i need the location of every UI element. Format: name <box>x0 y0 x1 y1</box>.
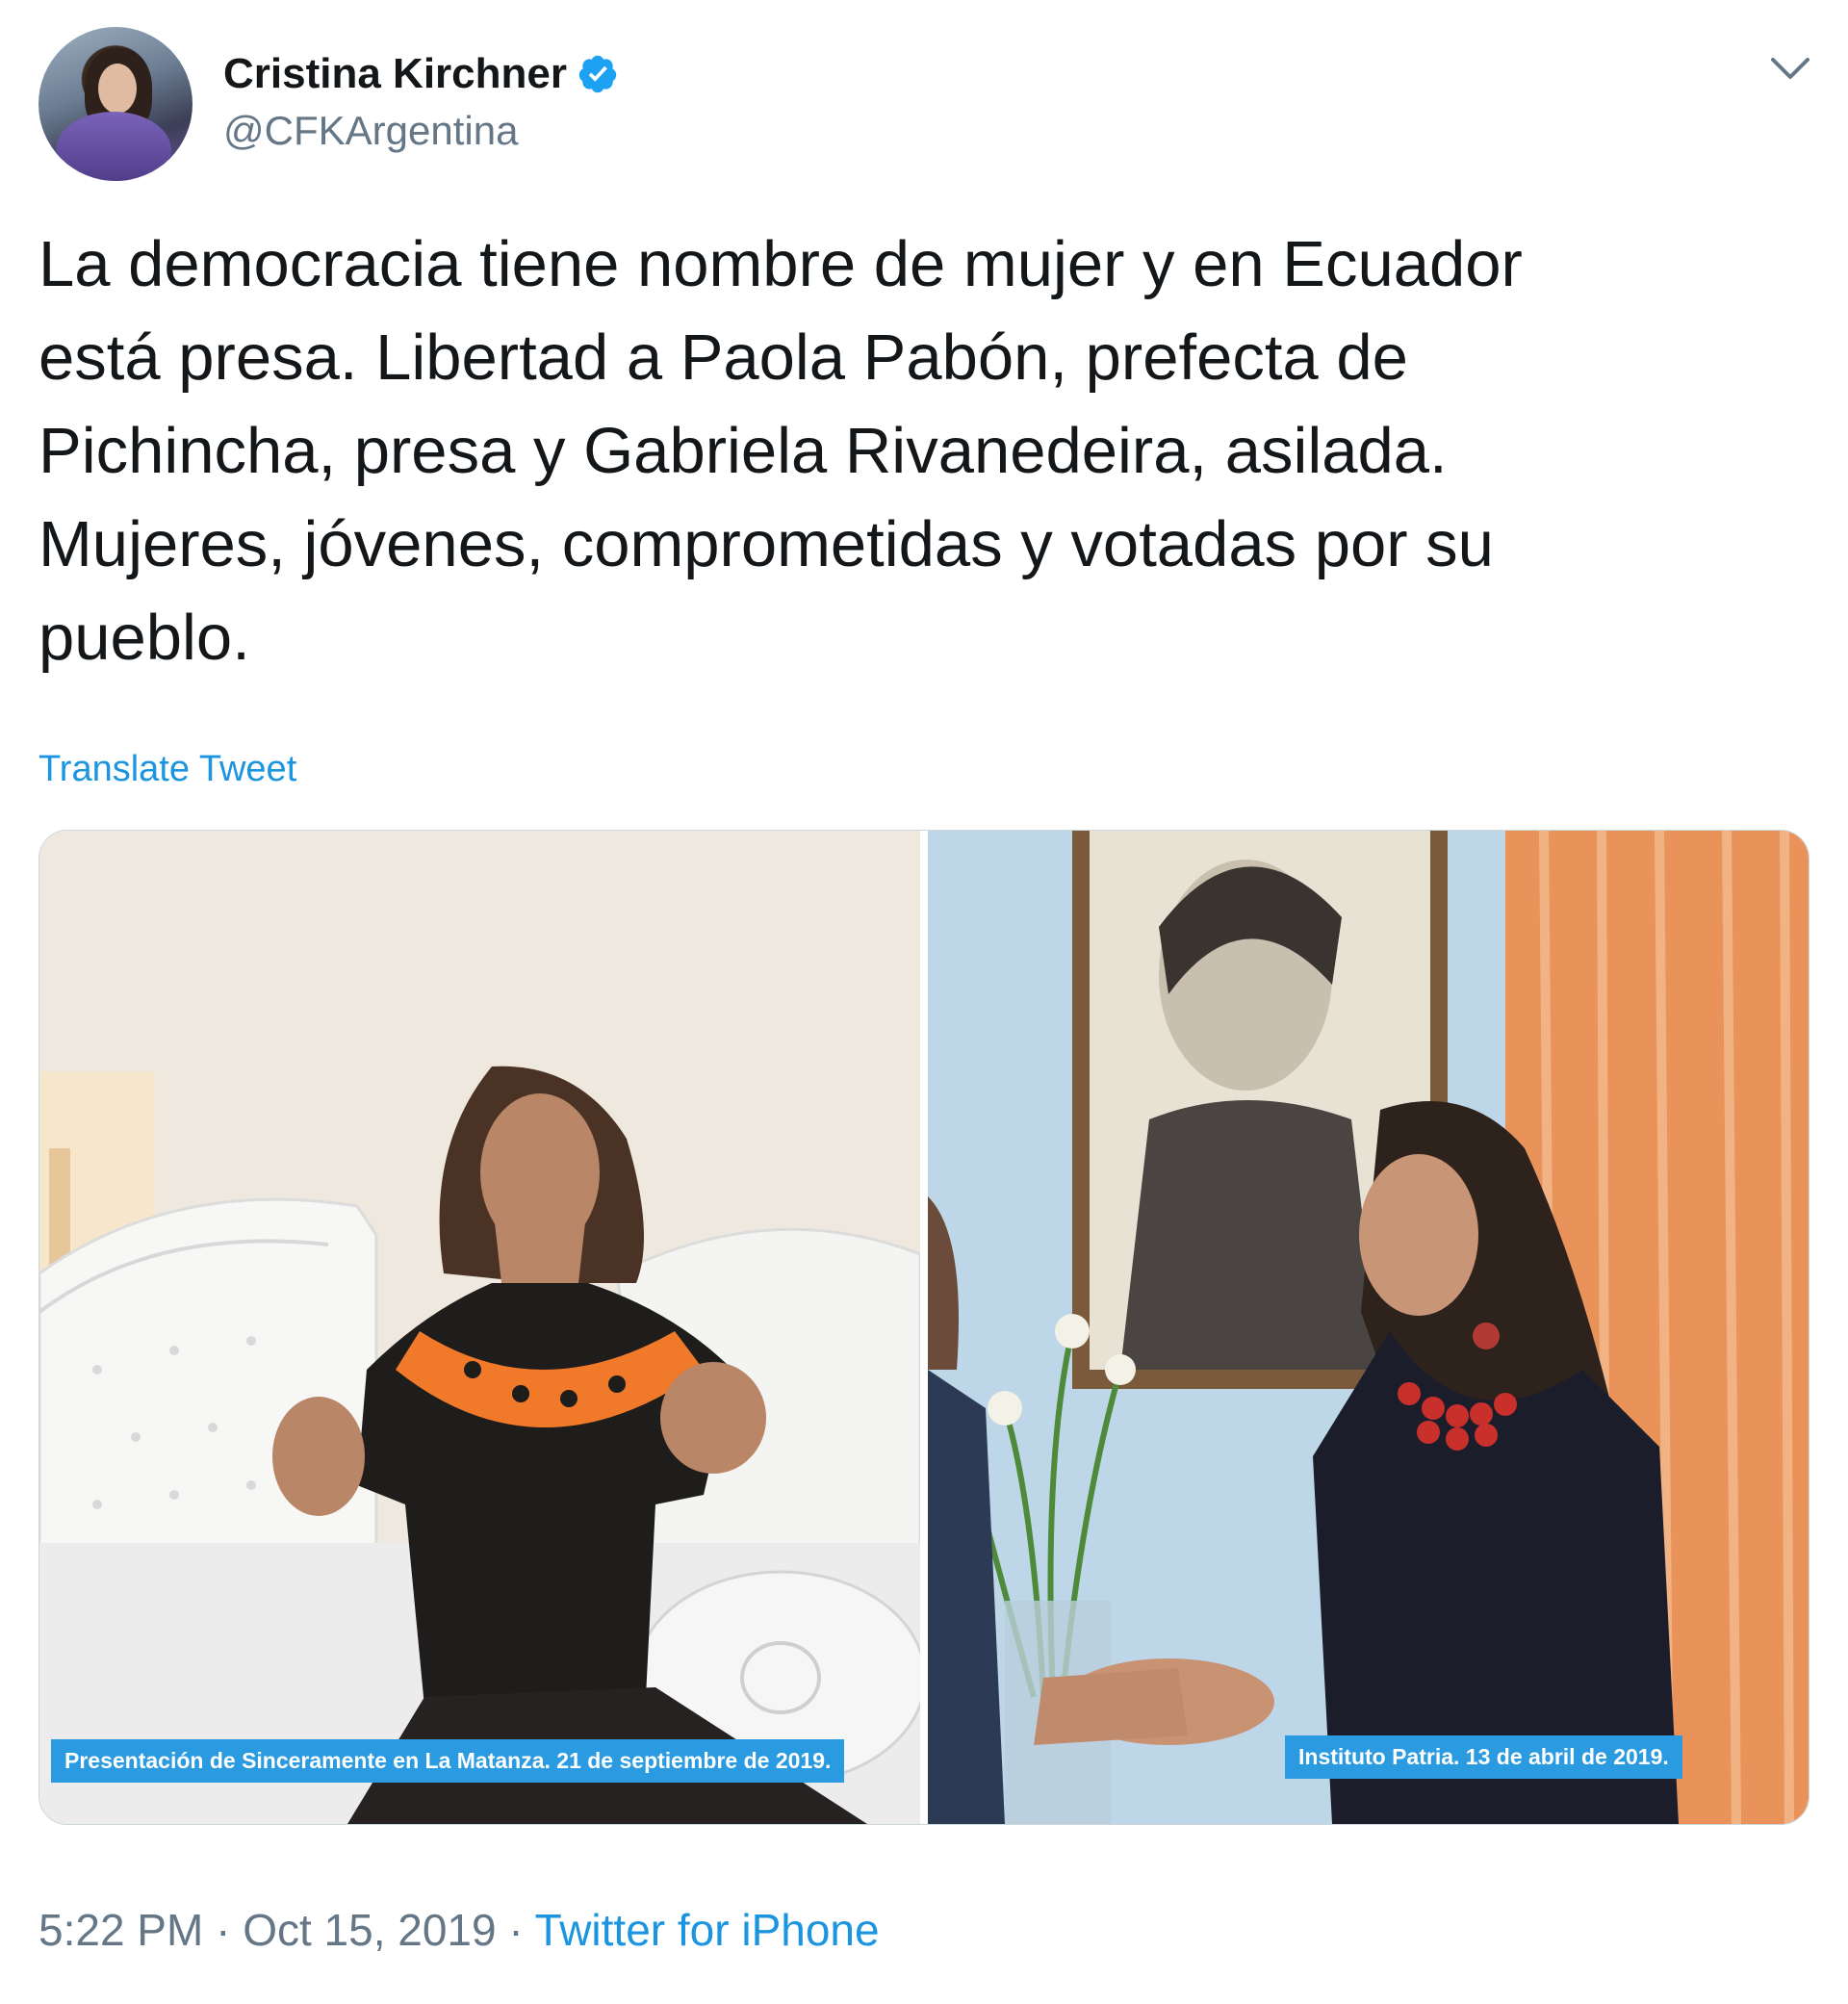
tweet-media-grid: Presentación de Sinceramente en La Matan… <box>38 830 1810 1825</box>
avatar[interactable] <box>38 27 192 181</box>
translate-tweet-link[interactable]: Translate Tweet <box>38 749 296 790</box>
chevron-down-icon[interactable] <box>1767 50 1813 89</box>
tweet-source-link[interactable]: Twitter for iPhone <box>535 1905 880 1955</box>
woman-seated-photo-illustration <box>39 831 920 1824</box>
author-display-name[interactable]: Cristina Kirchner <box>223 50 567 98</box>
media-caption-left: Presentación de Sinceramente en La Matan… <box>51 1739 845 1783</box>
verified-badge-icon <box>578 55 617 93</box>
author-display-name-row[interactable]: Cristina Kirchner <box>223 50 619 98</box>
tweet-footer: 5:22 PM · Oct 15, 2019 · Twitter for iPh… <box>38 1904 880 1956</box>
author-handle[interactable]: @CFKArgentina <box>223 108 518 154</box>
media-photo-left[interactable]: Presentación de Sinceramente en La Matan… <box>39 831 920 1824</box>
tweet-timestamp[interactable]: 5:22 PM · Oct 15, 2019 <box>38 1905 497 1955</box>
women-handshake-photo-illustration <box>928 831 1809 1824</box>
tweet-card: Cristina Kirchner @CFKArgentina La democ… <box>0 0 1848 2004</box>
media-caption-right: Instituto Patria. 13 de abril de 2019. <box>1285 1735 1682 1779</box>
tweet-text: La democracia tiene nombre de mujer y en… <box>38 228 1523 674</box>
footer-separator: · <box>496 1905 535 1955</box>
media-photo-right[interactable]: Instituto Patria. 13 de abril de 2019. <box>928 831 1809 1824</box>
